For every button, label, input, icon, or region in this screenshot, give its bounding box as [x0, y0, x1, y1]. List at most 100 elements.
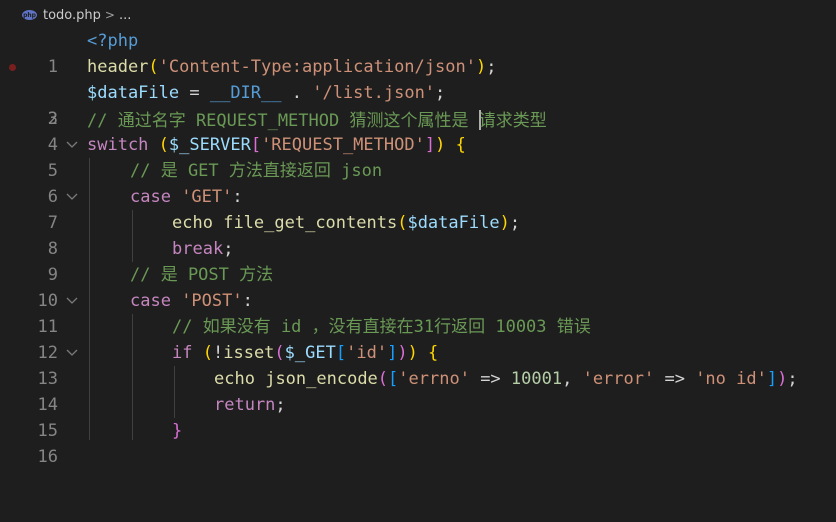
token-keyword: case	[130, 291, 171, 311]
token-comment: 请求类型	[478, 111, 547, 131]
token-string: 'id'	[346, 343, 388, 363]
token-paren: (	[202, 343, 213, 363]
token-punct: ;	[787, 369, 798, 389]
token-punct: ;	[486, 57, 497, 77]
chevron-right-icon: >	[104, 8, 115, 22]
breadcrumb-file[interactable]: todo.php	[43, 8, 101, 23]
token-keyword: switch	[87, 135, 149, 155]
token-comment: // 通过名字 REQUEST_METHOD 猜测这个属性是	[87, 111, 479, 131]
code-line[interactable]: 8 echo file_get_contents($dataFile);	[0, 210, 836, 259]
token-punct: :	[232, 187, 243, 207]
chevron-down-icon[interactable]	[65, 190, 79, 204]
breadcrumb: php todo.php > ...	[0, 0, 836, 30]
token-bracket: ]	[766, 369, 778, 389]
token-string: '/list.json'	[312, 83, 436, 103]
code-line[interactable]: 1 <?php	[0, 28, 836, 77]
token-keyword: break	[172, 239, 224, 259]
token-bracket: [	[250, 135, 262, 155]
breadcrumb-symbols[interactable]: ...	[119, 8, 131, 23]
token-punct: ;	[509, 213, 521, 233]
token-bracket: [	[388, 369, 399, 389]
token-function: isset	[223, 343, 275, 363]
token-bracket: ]	[424, 135, 436, 155]
token-brace: {	[417, 343, 439, 363]
token-keyword: return	[214, 395, 276, 415]
token-constant: __DIR__	[209, 83, 282, 103]
code-editor[interactable]: 1 <?php 2 header('Content-Type:applicati…	[0, 28, 836, 467]
token-comment: // 是 GET 方法直接返回 json	[130, 161, 383, 181]
token-string: 'GET'	[170, 187, 233, 207]
token-paren: )	[475, 57, 487, 77]
token-punct: ,	[562, 369, 583, 389]
token-variable: $dataFile	[87, 83, 180, 103]
line-number: 16	[37, 447, 58, 467]
token-number: 10001	[510, 369, 563, 389]
chevron-down-icon[interactable]	[65, 346, 79, 360]
token-keyword: case	[130, 187, 171, 207]
code-line[interactable]: 15 return;	[0, 392, 836, 441]
token-bracket: ]	[387, 343, 398, 363]
token-variable: $_SERVER	[168, 135, 251, 155]
chevron-down-icon[interactable]	[65, 138, 79, 152]
token-operator: =>	[469, 369, 511, 389]
token-bracket: [	[335, 343, 347, 363]
code-line[interactable]: 3 $dataFile = __DIR__ . '/list.json';	[0, 80, 836, 129]
token-string: 'error'	[582, 369, 655, 389]
token-variable: $_GET	[284, 343, 336, 363]
token-paren: )	[777, 369, 788, 389]
token-comment: // 如果没有 id ，没有直接在31行返回 10003 错误	[172, 317, 591, 337]
token-keyword: echo	[172, 213, 213, 233]
token-punct: ;	[435, 83, 446, 103]
token-paren: )	[397, 343, 408, 363]
code-line[interactable]: 12 // 如果没有 id ，没有直接在31行返回 10003 错误	[0, 314, 836, 363]
token-paren: )	[499, 213, 510, 233]
token-paren: (	[377, 369, 389, 389]
code-line[interactable]: 14 echo json_encode(['errno' => 10001, '…	[0, 366, 836, 415]
token-variable: $dataFile	[407, 213, 500, 233]
code-line[interactable]: 11 case 'POST':	[0, 288, 836, 337]
token-paren: (	[274, 343, 285, 363]
token-string: 'Content-Type:application/json'	[158, 57, 476, 77]
token-brace: {	[445, 135, 466, 155]
php-open-tag: <?php	[87, 31, 139, 51]
token-function: file_get_contents	[223, 213, 398, 233]
breakpoint-icon[interactable]	[9, 64, 16, 71]
code-line[interactable]: 4 // 通过名字 REQUEST_METHOD 猜测这个属性是 请求类型	[0, 106, 836, 155]
token-operator: .	[281, 83, 313, 103]
token-operator: =>	[654, 369, 696, 389]
token-paren: )	[407, 343, 418, 363]
token-paren: (	[397, 213, 408, 233]
code-line[interactable]: 5 switch ($_SERVER['REQUEST_METHOD']) {	[0, 132, 836, 181]
token-function: header	[87, 57, 149, 77]
code-line[interactable]: 16 }	[0, 418, 836, 467]
token-operator: !	[212, 343, 224, 363]
text-cursor	[478, 110, 481, 130]
token-operator: =	[179, 83, 210, 103]
token-paren: )	[435, 135, 446, 155]
token-function: json_encode	[265, 369, 378, 389]
token-string: 'no id'	[695, 369, 767, 389]
php-file-icon: php	[22, 10, 37, 20]
chevron-down-icon[interactable]	[65, 294, 79, 308]
token-punct: :	[242, 291, 253, 311]
token-string: 'REQUEST_METHOD'	[261, 135, 425, 155]
token-punct: ;	[223, 239, 234, 259]
code-line[interactable]: 9 break;	[0, 236, 836, 285]
token-paren: (	[158, 135, 169, 155]
code-line[interactable]: 6 // 是 GET 方法直接返回 json	[0, 158, 836, 207]
code-line[interactable]: 10 // 是 POST 方法	[0, 262, 836, 311]
token-punct: ;	[275, 395, 286, 415]
code-line[interactable]: 2 header('Content-Type:application/json'…	[0, 54, 836, 129]
token-keyword: echo	[214, 369, 255, 389]
token-string: 'POST'	[170, 291, 243, 311]
code-line[interactable]: 7 case 'GET':	[0, 184, 836, 233]
token-keyword: if	[172, 343, 193, 363]
token-brace: }	[172, 421, 183, 441]
code-line[interactable]: 13 if (!isset($_GET['id'])) {	[0, 340, 836, 389]
token-paren: (	[148, 57, 159, 77]
token-comment: // 是 POST 方法	[130, 265, 274, 285]
